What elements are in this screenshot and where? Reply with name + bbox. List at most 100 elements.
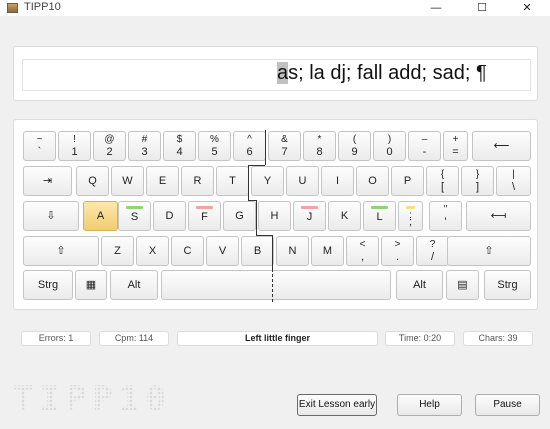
key-6: ^ 6 — [233, 131, 266, 161]
key-label: % — [210, 134, 219, 145]
key-label: O — [368, 175, 377, 187]
key-label: G — [235, 210, 244, 222]
keyboard-panel: ~ `! 1 @2 #3 $4% 5 ^ 6 & 7 * 8(9) 0– - + = ⟵ ⇥ Q W E R T Y U I O P{[… — [13, 119, 538, 310]
key-label: < — [359, 239, 366, 250]
exit-lesson-button[interactable]: Exit Lesson early — [297, 394, 377, 416]
key-label: ^ — [247, 134, 252, 145]
time-status: Time: 0:20 — [385, 331, 455, 346]
key-5: % 5 — [198, 131, 231, 161]
key-semicolon: :; — [398, 201, 423, 231]
key-label: / — [430, 251, 435, 263]
key-d: D — [153, 201, 186, 231]
key-label: K — [340, 210, 349, 222]
finger-status: Left little finger — [177, 331, 378, 346]
key-comma: <, — [346, 236, 379, 266]
hand-divider-line — [248, 165, 249, 200]
close-button[interactable]: ✕ — [504, 0, 550, 16]
key-9: (9 — [338, 131, 371, 161]
key-label: $ — [176, 134, 183, 145]
key-o: O — [356, 166, 389, 196]
key-shift-left: ⇧ — [23, 236, 99, 266]
key-label: X — [148, 245, 157, 257]
key-label: N — [288, 245, 297, 257]
help-button[interactable]: Help — [397, 394, 462, 416]
key-menu: ▤ — [446, 270, 479, 300]
key-x: X — [136, 236, 169, 266]
key-label: \ — [511, 181, 516, 193]
key-label: L — [376, 211, 383, 224]
maximize-button[interactable]: ☐ — [459, 0, 505, 16]
key-label: ▦ — [85, 279, 97, 291]
key-label: Q — [88, 175, 97, 187]
key-label: ! — [73, 134, 76, 145]
key-p: P — [391, 166, 424, 196]
key-u: U — [286, 166, 319, 196]
key-4: $4 — [163, 131, 196, 161]
hand-divider-line — [248, 200, 256, 201]
pause-button[interactable]: Pause — [475, 394, 540, 416]
key-backslash: | \ — [496, 166, 531, 196]
key-2: @2 — [93, 131, 126, 161]
key-win-left: ▦ — [75, 270, 107, 300]
key-plus: + = — [443, 131, 468, 161]
key-label: Alt — [413, 279, 426, 291]
key-b: B — [241, 236, 274, 266]
lesson-text: as; la dj; fall add; sad; ¶ — [277, 62, 487, 85]
key-label: > — [394, 239, 401, 250]
key-a: A — [83, 201, 118, 231]
key-label: U — [298, 175, 307, 187]
hand-divider-line — [265, 130, 266, 165]
key-slash: ? / — [416, 236, 449, 266]
key-alt-left: Alt — [110, 270, 158, 300]
key-period: >. — [381, 236, 414, 266]
key-label: 9 — [351, 146, 358, 158]
key-label: ] — [475, 181, 480, 193]
key-label: P — [403, 175, 412, 187]
key-label: T — [229, 175, 236, 187]
key-label: I — [335, 175, 340, 187]
key-label: 3 — [141, 146, 148, 158]
key-j: J — [293, 201, 326, 231]
key-label: D — [165, 210, 174, 222]
key-label: 4 — [176, 146, 183, 158]
key-label: Z — [114, 245, 121, 257]
title-bar: TIPP10 — ☐ ✕ — [0, 0, 550, 16]
key-label: H — [270, 210, 279, 222]
key-label: @ — [104, 134, 115, 145]
key-k: K — [328, 201, 361, 231]
key-label: ⇥ — [42, 175, 53, 187]
key-circumflex: ~ ` — [23, 131, 56, 161]
text-panel: as; la dj; fall add; sad; ¶ — [13, 46, 538, 101]
key-label: C — [183, 245, 192, 257]
hand-divider-line — [248, 165, 265, 166]
key-label: | — [512, 169, 515, 180]
remaining-text: s; la dj; fall add; sad; ¶ — [288, 62, 487, 84]
errors-status: Errors: 1 — [21, 331, 91, 346]
key-z: Z — [101, 236, 134, 266]
key-3: #3 — [128, 131, 161, 161]
key-f: F — [188, 201, 221, 231]
key-q: Q — [76, 166, 109, 196]
key-label: , — [360, 251, 365, 263]
key-label: ) — [387, 134, 392, 145]
text-line-area[interactable]: as; la dj; fall add; sad; ¶ — [22, 59, 531, 91]
hand-divider-line — [256, 235, 272, 236]
tipp10-logo: TIPP10 — [13, 379, 172, 419]
key-label: # — [141, 134, 148, 145]
key-label: { — [440, 169, 445, 180]
key-i: I — [321, 166, 354, 196]
key-7: & 7 — [268, 131, 301, 161]
key-label: S — [130, 211, 139, 224]
key-label: - — [422, 146, 427, 158]
key-label: ` — [37, 146, 42, 158]
key-label: [ — [440, 181, 445, 193]
key-minus: – - — [408, 131, 441, 161]
key-8: * 8 — [303, 131, 336, 161]
minimize-button[interactable]: — — [413, 0, 459, 16]
key-ctrl-left: Strg — [23, 270, 73, 300]
key-ctrl-right: Strg — [484, 270, 531, 300]
key-label: J — [306, 211, 313, 224]
cpm-status: Cpm: 114 — [99, 331, 169, 346]
key-label: ⟻ — [490, 210, 507, 222]
key-label: 5 — [211, 146, 218, 158]
